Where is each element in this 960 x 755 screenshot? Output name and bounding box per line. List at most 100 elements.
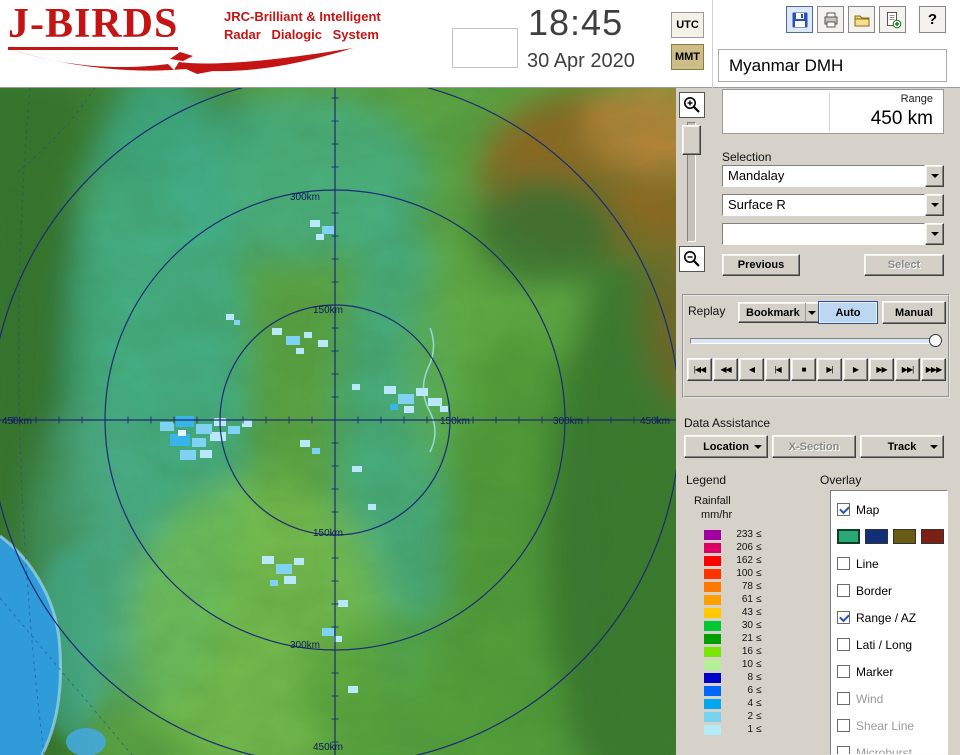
legend-value: 21 xyxy=(741,633,753,644)
checkbox[interactable] xyxy=(837,503,850,516)
overlay-item-lati-long[interactable]: Lati / Long xyxy=(831,631,947,658)
rewind-icon[interactable]: ◀◀ xyxy=(713,358,738,381)
legend-color-swatch xyxy=(704,633,721,644)
overlay-item-label: Map xyxy=(856,502,880,517)
site-dropdown[interactable]: Mandalay xyxy=(722,165,944,187)
selection-label: Selection xyxy=(722,150,772,164)
xsection-button[interactable]: X-Section xyxy=(772,435,856,458)
location-button-label: Location xyxy=(703,440,749,453)
checkbox[interactable] xyxy=(837,719,850,732)
overlay-item-microburst[interactable]: Microburst xyxy=(831,739,947,754)
play-reverse-icon[interactable]: ◀ xyxy=(739,358,764,381)
step-forward-icon[interactable]: ▶| xyxy=(817,358,842,381)
open-folder-button[interactable] xyxy=(848,6,875,33)
checkbox[interactable] xyxy=(837,746,850,754)
extra-dropdown-arrow[interactable] xyxy=(925,223,944,245)
map-style-swatch[interactable] xyxy=(893,529,916,544)
ring-label: 150km xyxy=(313,528,343,539)
location-button[interactable]: Location xyxy=(684,435,768,458)
select-button[interactable]: Select xyxy=(864,254,944,276)
legend-lte: ≤ xyxy=(756,581,762,592)
bookmark-dropdown-arrow[interactable] xyxy=(804,303,818,322)
overlay-item-map[interactable]: Map xyxy=(831,496,947,523)
bookmark-button-label: Bookmark xyxy=(746,306,800,319)
checkbox[interactable] xyxy=(837,557,850,570)
overlay-item-range-az[interactable]: Range / AZ xyxy=(831,604,947,631)
overlay-item-shear-line[interactable]: Shear Line xyxy=(831,712,947,739)
legend-lte: ≤ xyxy=(756,620,762,631)
print-icon xyxy=(824,12,837,27)
zoom-out-button[interactable] xyxy=(679,246,705,272)
product-dropdown-value[interactable]: Surface R xyxy=(722,194,925,216)
legend-color-swatch xyxy=(704,620,721,631)
product-dropdown-arrow[interactable] xyxy=(925,194,944,216)
legend-entry: 1 ≤ xyxy=(704,723,824,736)
extra-dropdown[interactable] xyxy=(722,223,944,245)
legend-lte: ≤ xyxy=(756,555,762,566)
checkbox[interactable] xyxy=(837,611,850,624)
bookmark-button[interactable]: Bookmark xyxy=(738,302,821,323)
legend-lte: ≤ xyxy=(756,594,762,605)
help-button[interactable]: ? xyxy=(919,6,946,33)
legend-color-swatch xyxy=(704,685,721,696)
help-icon: ? xyxy=(927,11,938,28)
extra-dropdown-value[interactable] xyxy=(722,223,925,245)
checkbox[interactable] xyxy=(837,638,850,651)
replay-slider-track[interactable] xyxy=(690,338,942,344)
mmt-button[interactable]: MMT xyxy=(671,44,704,70)
save-button[interactable] xyxy=(786,6,813,33)
legend-lte: ≤ xyxy=(756,542,762,553)
radar-map[interactable]: 300km 150km 450km 150km 300km 450km 150km 300km… xyxy=(0,88,676,755)
zoom-in-button[interactable] xyxy=(679,92,705,118)
stop-icon[interactable]: ■ xyxy=(791,358,816,381)
site-dropdown-arrow[interactable] xyxy=(925,165,944,187)
map-style-swatch[interactable] xyxy=(921,529,944,544)
ring-label: 450km xyxy=(2,416,32,427)
legend-value: 233 xyxy=(736,529,753,540)
save-icon xyxy=(792,12,807,27)
fast-forward-icon[interactable]: ▶▶ xyxy=(869,358,894,381)
legend-unit-mmhr: mm/hr xyxy=(701,509,733,521)
overlay-item-label: Marker xyxy=(856,664,894,679)
checkbox[interactable] xyxy=(837,584,850,597)
track-button[interactable]: Track xyxy=(860,435,944,458)
overlay-list: Map Line Border Range / AZ Lati / Long Marker… xyxy=(830,490,948,755)
product-dropdown[interactable]: Surface R xyxy=(722,194,944,216)
legend-color-swatch xyxy=(704,672,721,683)
open-folder-icon xyxy=(854,15,869,26)
overlay-item-marker[interactable]: Marker xyxy=(831,658,947,685)
play-icon[interactable]: ▶ xyxy=(843,358,868,381)
overlay-item-wind[interactable]: Wind xyxy=(831,685,947,712)
manual-button[interactable]: Manual xyxy=(882,301,946,324)
export-button[interactable] xyxy=(879,6,906,33)
replay-slider[interactable] xyxy=(690,333,942,348)
auto-button[interactable]: Auto xyxy=(818,301,878,324)
legend-entry: 6 ≤ xyxy=(704,684,824,697)
legend-value: 78 xyxy=(741,581,753,592)
previous-button[interactable]: Previous xyxy=(722,254,800,276)
replay-slider-thumb[interactable] xyxy=(929,334,942,347)
jump-start-icon[interactable]: |◀◀ xyxy=(687,358,712,381)
map-style-swatch[interactable] xyxy=(837,529,860,544)
legend-value: 43 xyxy=(741,607,753,618)
overlay-item-border[interactable]: Border xyxy=(831,577,947,604)
skip-end-icon[interactable]: ▶▶▶ xyxy=(921,358,946,381)
jump-end-icon[interactable]: ▶▶| xyxy=(895,358,920,381)
legend-value: 162 xyxy=(736,555,753,566)
clock-time: 18:45 xyxy=(528,2,624,43)
checkbox[interactable] xyxy=(837,665,850,678)
zoom-slider-thumb[interactable] xyxy=(682,125,701,155)
overlay-item-line[interactable]: Line xyxy=(831,550,947,577)
legend-entries: 233 ≤206 ≤162 ≤100 ≤78 ≤61 ≤43 ≤30 ≤21 ≤16 ≤10 ≤8 ≤6… xyxy=(704,528,824,736)
zoom-slider[interactable] xyxy=(682,122,701,242)
print-button[interactable] xyxy=(817,6,844,33)
legend-lte: ≤ xyxy=(756,698,762,709)
map-style-swatch[interactable] xyxy=(865,529,888,544)
site-dropdown-value[interactable]: Mandalay xyxy=(722,165,925,187)
checkbox[interactable] xyxy=(837,692,850,705)
clock-subdisplay xyxy=(452,28,518,68)
step-back-icon[interactable]: |◀ xyxy=(765,358,790,381)
utc-button[interactable]: UTC xyxy=(671,12,704,38)
clock-date: 30 Apr 2020 xyxy=(527,50,635,72)
legend-lte: ≤ xyxy=(756,685,762,696)
